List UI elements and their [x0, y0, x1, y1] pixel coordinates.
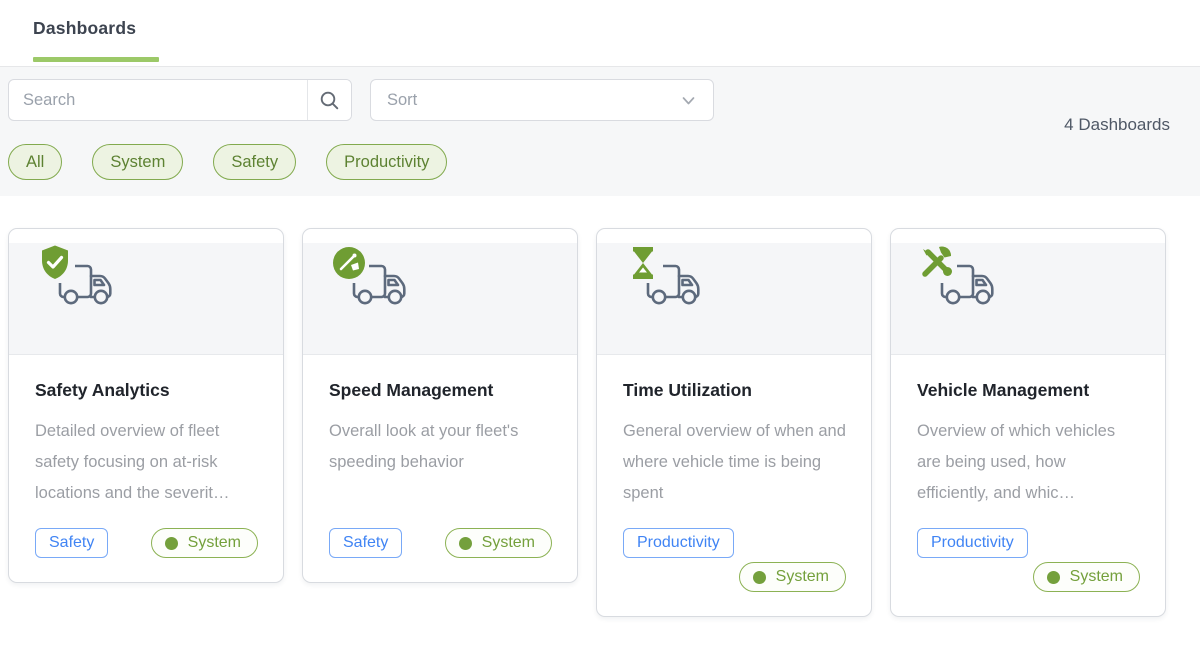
- search-input[interactable]: [9, 80, 307, 120]
- system-dot-icon: [753, 571, 766, 584]
- tag-label: System: [188, 534, 241, 552]
- card-description: General overview of when and where vehic…: [623, 416, 846, 513]
- card-title: Safety Analytics: [35, 380, 258, 401]
- search-sort-row: Sort: [8, 79, 1170, 121]
- card-icon: [623, 243, 753, 333]
- dashboard-grid: Safety Analytics Detailed overview of fl…: [0, 196, 1200, 617]
- card-tags: Productivity System: [917, 528, 1140, 592]
- dashboard-card[interactable]: Safety Analytics Detailed overview of fl…: [8, 228, 284, 583]
- tag-productivity: Productivity: [917, 528, 1028, 558]
- search-box: [8, 79, 352, 121]
- shield-check-icon: [35, 243, 75, 283]
- card-icon: [917, 243, 1047, 333]
- card-title: Time Utilization: [623, 380, 846, 401]
- tag-system: System: [1033, 562, 1140, 592]
- tag-system: System: [739, 562, 846, 592]
- dashboard-card[interactable]: Speed Management Overall look at your fl…: [302, 228, 578, 583]
- dashboard-card[interactable]: Time Utilization General overview of whe…: [596, 228, 872, 617]
- card-body: Vehicle Management Overview of which veh…: [891, 355, 1165, 616]
- card-body: Time Utilization General overview of whe…: [597, 355, 871, 616]
- chevron-down-icon: [680, 92, 697, 109]
- tag-label: Safety: [343, 534, 388, 552]
- tag-safety: Safety: [329, 528, 402, 558]
- card-title: Vehicle Management: [917, 380, 1140, 401]
- card-icon: [329, 243, 459, 333]
- tag-system: System: [151, 528, 258, 558]
- hourglass-icon: [623, 243, 663, 283]
- card-title: Speed Management: [329, 380, 552, 401]
- tag-label: System: [1070, 568, 1123, 586]
- active-tab-indicator: [33, 57, 159, 62]
- tag-label: System: [776, 568, 829, 586]
- card-icon: [35, 243, 165, 333]
- card-description: Overall look at your fleet's speeding be…: [329, 416, 552, 513]
- dashboard-card[interactable]: Vehicle Management Overview of which veh…: [890, 228, 1166, 617]
- dashboard-count: 4 Dashboards: [1064, 115, 1170, 135]
- tag-safety: Safety: [35, 528, 108, 558]
- card-icon-area: [303, 243, 577, 355]
- filter-section: Sort All System Safety Productivity 4 Dashb…: [0, 66, 1200, 196]
- card-tags: Safety System: [329, 528, 552, 558]
- tag-label: Productivity: [637, 534, 720, 552]
- card-tags: Safety System: [35, 528, 258, 558]
- card-icon-area: [9, 243, 283, 355]
- tag-label: System: [482, 534, 535, 552]
- tag-label: Productivity: [931, 534, 1014, 552]
- card-body: Safety Analytics Detailed overview of fl…: [9, 355, 283, 582]
- tag-label: Safety: [49, 534, 94, 552]
- card-tags: Productivity System: [623, 528, 846, 592]
- filter-pill-all[interactable]: All: [8, 144, 62, 180]
- card-description: Detailed overview of fleet safety focusi…: [35, 416, 258, 513]
- tag-productivity: Productivity: [623, 528, 734, 558]
- sort-dropdown[interactable]: Sort: [370, 79, 714, 121]
- system-dot-icon: [1047, 571, 1060, 584]
- card-body: Speed Management Overall look at your fl…: [303, 355, 577, 582]
- tab-bar: Dashboards: [0, 0, 1200, 66]
- filter-pill-productivity[interactable]: Productivity: [326, 144, 447, 180]
- search-icon[interactable]: [308, 80, 351, 120]
- tab-dashboards-label: Dashboards: [33, 18, 136, 38]
- tools-icon: [917, 243, 957, 283]
- speedometer-icon: [329, 243, 369, 283]
- tag-system: System: [445, 528, 552, 558]
- category-filter-row: All System Safety Productivity: [8, 144, 1170, 180]
- card-description: Overview of which vehicles are being use…: [917, 416, 1140, 513]
- system-dot-icon: [459, 537, 472, 550]
- filter-pill-system[interactable]: System: [92, 144, 183, 180]
- sort-dropdown-label: Sort: [387, 91, 417, 110]
- tab-dashboards[interactable]: Dashboards: [33, 0, 136, 66]
- card-icon-area: [891, 243, 1165, 355]
- filter-pill-safety[interactable]: Safety: [213, 144, 296, 180]
- card-icon-area: [597, 243, 871, 355]
- system-dot-icon: [165, 537, 178, 550]
